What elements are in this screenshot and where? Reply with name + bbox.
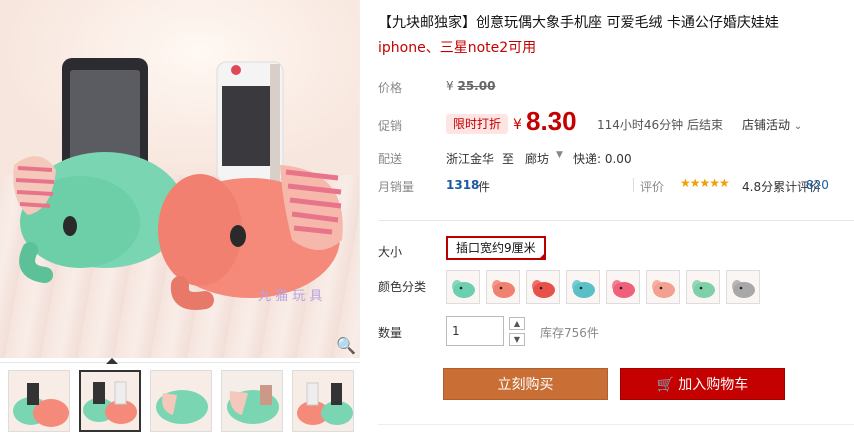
- monthly-sales-count: 1318: [446, 178, 480, 192]
- size-option-label: 插口宽约9厘米: [456, 241, 536, 255]
- shop-activity-dropdown[interactable]: 店铺活动 ⌄: [742, 116, 802, 133]
- original-price: ¥ 25.00: [446, 79, 495, 93]
- review-count-link[interactable]: 820: [806, 178, 829, 192]
- ship-to-word: 至: [502, 152, 515, 166]
- color-swatch-7[interactable]: [686, 270, 720, 304]
- thumbnail-2[interactable]: [79, 370, 141, 432]
- caret-down-icon[interactable]: ▼: [556, 150, 563, 160]
- monthly-sales-label: 月销量: [378, 180, 415, 194]
- color-swatch-4[interactable]: [566, 270, 600, 304]
- color-swatch-8[interactable]: [726, 270, 760, 304]
- rating-score-value: 4.8分: [742, 180, 774, 194]
- quantity-decrease-button[interactable]: ▼: [509, 333, 525, 346]
- buy-now-button[interactable]: 立刻购买: [443, 368, 608, 400]
- color-swatch-2[interactable]: [486, 270, 520, 304]
- ship-from: 浙江金华: [446, 152, 495, 166]
- promo-label: 促销: [378, 119, 403, 133]
- promo-badge: 限时打折: [446, 114, 509, 134]
- chevron-down-icon: ⌄: [793, 121, 803, 132]
- product-gallery: 九 猫 玩 具 🔍: [0, 0, 360, 441]
- divider: [633, 178, 634, 192]
- active-thumbnail-pointer: [106, 358, 118, 364]
- current-price: 8.30: [526, 106, 577, 136]
- color-label: 颜色分类: [378, 280, 427, 294]
- rating-label: 评价: [640, 180, 665, 194]
- stock-count: 库存756件: [540, 326, 599, 340]
- add-to-cart-button[interactable]: 🛒 加入购物车: [620, 368, 785, 400]
- size-label: 大小: [378, 245, 403, 259]
- thumbnail-3[interactable]: [150, 370, 212, 432]
- quantity-increase-button[interactable]: ▲: [509, 317, 525, 330]
- color-swatch-6[interactable]: [646, 270, 680, 304]
- quantity-input[interactable]: [446, 316, 504, 346]
- price-label: 价格: [378, 81, 403, 95]
- color-swatch-1[interactable]: [446, 270, 480, 304]
- color-swatch-5[interactable]: [606, 270, 640, 304]
- original-price-value: 25.00: [457, 79, 496, 93]
- quantity-label: 数量: [378, 326, 403, 340]
- monthly-sales-unit: 件: [478, 180, 491, 194]
- image-watermark: 九 猫 玩 具: [258, 289, 322, 304]
- original-price-currency: ¥: [446, 79, 454, 93]
- selected-check-icon: [537, 252, 546, 260]
- bottom-divider: [378, 424, 854, 425]
- shop-activity-label: 店铺活动: [742, 118, 791, 132]
- rating-stars: ★★★★★: [680, 176, 730, 190]
- thumbnail-5[interactable]: [292, 370, 354, 432]
- main-product-image[interactable]: 九 猫 玩 具: [0, 0, 360, 358]
- ship-destination-select[interactable]: 廊坊: [525, 150, 549, 167]
- product-subtitle: iphone、三星note2可用: [378, 40, 537, 56]
- product-detail-panel: 【九块邮独家】创意玩偶大象手机座 可爱毛绒 卡通公仔婚庆娃娃 iphone、三星…: [378, 0, 854, 441]
- cart-icon: 🛒: [656, 377, 675, 393]
- thumbnail-1[interactable]: [8, 370, 70, 432]
- product-title: 【九块邮独家】创意玩偶大象手机座 可爱毛绒 卡通公仔婚庆娃娃: [378, 15, 779, 31]
- magnifier-icon[interactable]: 🔍: [336, 336, 356, 356]
- color-swatch-3[interactable]: [526, 270, 560, 304]
- shipping-fee: 快递: 0.00: [573, 152, 632, 166]
- current-price-currency: ¥: [513, 117, 522, 133]
- size-option-selected[interactable]: 插口宽约9厘米: [446, 236, 546, 260]
- thumbnail-4[interactable]: [221, 370, 283, 432]
- elephant-phone-holders-illustration: 九 猫 玩 具: [13, 58, 343, 310]
- promo-countdown: 114小时46分钟 后结束: [597, 118, 723, 132]
- section-divider: [378, 220, 854, 221]
- shipping-label: 配送: [378, 152, 403, 166]
- add-to-cart-label: 加入购物车: [678, 377, 749, 393]
